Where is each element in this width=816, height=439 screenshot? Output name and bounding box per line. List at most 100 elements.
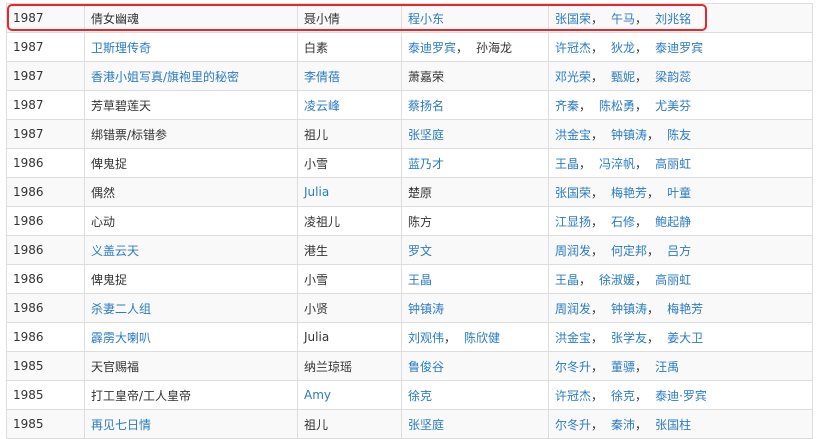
cast-link[interactable]: 陈松勇 xyxy=(599,99,635,113)
cast-link[interactable]: 周润发 xyxy=(555,302,591,316)
cast-link[interactable]: 尔冬升 xyxy=(555,418,591,432)
list-separator: ， xyxy=(591,388,604,403)
list-separator: ， xyxy=(591,40,604,55)
role-text: 纳兰琼瑶 xyxy=(304,359,353,374)
director-link[interactable]: 张坚庭 xyxy=(408,128,444,142)
cast-link[interactable]: 汪禹 xyxy=(655,360,679,374)
list-separator: ， xyxy=(647,301,660,316)
film-title-text: 俾鬼捉 xyxy=(91,156,128,171)
cast-link[interactable]: 石修 xyxy=(611,215,635,229)
director-text: 萧嘉荣 xyxy=(408,69,445,84)
director-link[interactable]: 陈欣健 xyxy=(464,331,500,345)
cast-link[interactable]: 邓光荣 xyxy=(555,70,591,84)
cast-cell: 尔冬升， 秦沛， 张国柱 xyxy=(548,409,813,439)
role-link[interactable]: 凌云峰 xyxy=(304,99,340,113)
role-text: 白素 xyxy=(304,40,329,55)
cast-link[interactable]: 刘兆铭 xyxy=(655,12,691,26)
film-title-link[interactable]: 再见七日情 xyxy=(91,418,151,432)
cast-link[interactable]: 高丽虹 xyxy=(655,157,691,171)
role-text: 聂小倩 xyxy=(304,11,341,26)
cast-link[interactable]: 梁韵蕊 xyxy=(655,70,691,84)
cast-link[interactable]: 梅艳芳 xyxy=(611,186,647,200)
cast-link[interactable]: 王晶 xyxy=(555,273,579,287)
cast-link[interactable]: 吕方 xyxy=(667,244,691,258)
cast-link[interactable]: 何定邦 xyxy=(611,244,647,258)
title-cell: 俾鬼捉 xyxy=(84,264,298,294)
film-title-link[interactable]: 霹雳大喇叭 xyxy=(91,331,151,345)
cast-link[interactable]: 张学友 xyxy=(611,331,647,345)
film-title-link[interactable]: 卫斯理传奇 xyxy=(91,41,151,55)
film-title-link[interactable]: 香港小姐写真/旗袍里的秘密 xyxy=(91,70,239,84)
role-cell: 港生 xyxy=(297,235,402,265)
role-cell: 李倩蓓 xyxy=(297,61,402,91)
cast-link[interactable]: 泰迪·罗宾 xyxy=(655,389,707,403)
role-link[interactable]: Julia xyxy=(304,185,329,199)
cast-link[interactable]: 许冠杰 xyxy=(555,389,591,403)
cast-link[interactable]: 董骠 xyxy=(611,360,635,374)
cast-link[interactable]: 许冠杰 xyxy=(555,41,591,55)
cast-link[interactable]: 高丽虹 xyxy=(655,273,691,287)
list-separator: ， xyxy=(635,417,648,432)
year-text: 1986 xyxy=(13,243,44,257)
film-title-link[interactable]: 杀妻二人组 xyxy=(91,302,151,316)
cast-link[interactable]: 钟镇涛 xyxy=(611,128,647,142)
list-separator: ， xyxy=(635,272,648,287)
cast-link[interactable]: 午马 xyxy=(611,12,635,26)
cast-link[interactable]: 姜大卫 xyxy=(667,331,703,345)
cast-link[interactable]: 泰迪罗宾 xyxy=(655,41,703,55)
role-text: 祖儿 xyxy=(304,417,329,432)
role-text: 凌祖儿 xyxy=(304,214,341,229)
cast-cell: 王晶， 徐淑媛， 高丽虹 xyxy=(548,264,813,294)
cast-link[interactable]: 叶童 xyxy=(667,186,691,200)
cast-link[interactable]: 徐克 xyxy=(611,389,635,403)
table-row: 1987 芳草碧莲天 凌云峰 蔡扬名 齐秦， 陈松勇， 尤美芬 xyxy=(6,90,813,120)
role-link[interactable]: Amy xyxy=(304,388,331,402)
director-cell: 鲁俊谷 xyxy=(401,351,549,381)
director-link[interactable]: 刘观伟 xyxy=(408,331,444,345)
cast-link[interactable]: 钟镇涛 xyxy=(611,302,647,316)
cast-link[interactable]: 张国荣 xyxy=(555,12,591,26)
cast-link[interactable]: 江显扬 xyxy=(555,215,591,229)
cast-link[interactable]: 甄妮 xyxy=(611,70,635,84)
cast-link[interactable]: 张国荣 xyxy=(555,186,591,200)
director-link[interactable]: 徐克 xyxy=(408,389,432,403)
cast-link[interactable]: 冯淬帆 xyxy=(599,157,635,171)
director-link[interactable]: 张坚庭 xyxy=(408,418,444,432)
cast-link[interactable]: 周润发 xyxy=(555,244,591,258)
cast-link[interactable]: 王晶 xyxy=(555,157,579,171)
cast-link[interactable]: 洪金宝 xyxy=(555,128,591,142)
director-cell: 楚原 xyxy=(401,177,549,207)
film-title-link[interactable]: 义盖云天 xyxy=(91,244,139,258)
director-link[interactable]: 王晶 xyxy=(408,273,432,287)
director-link[interactable]: 罗文 xyxy=(408,244,432,258)
title-cell: 天官赐福 xyxy=(84,351,298,381)
cast-link[interactable]: 鲍起静 xyxy=(655,215,691,229)
cast-link[interactable]: 张国柱 xyxy=(655,418,691,432)
table-row: 1987 卫斯理传奇 白素 泰迪罗宾， 孙海龙 许冠杰， 狄龙， 泰迪罗宾 xyxy=(6,32,813,62)
cast-link[interactable]: 狄龙 xyxy=(611,41,635,55)
year-text: 1985 xyxy=(13,388,44,402)
film-title-text: 倩女幽魂 xyxy=(91,11,140,26)
director-link[interactable]: 蓝乃才 xyxy=(408,157,444,171)
year-cell: 1987 xyxy=(6,90,85,120)
director-link[interactable]: 蔡扬名 xyxy=(408,99,444,113)
film-title-text: 心动 xyxy=(91,214,116,229)
cast-link[interactable]: 尔冬升 xyxy=(555,360,591,374)
director-link[interactable]: 泰迪罗宾 xyxy=(408,41,456,55)
director-link[interactable]: 钟镇涛 xyxy=(408,302,444,316)
director-cell: 蓝乃才 xyxy=(401,148,549,178)
film-title-text: 芳草碧莲天 xyxy=(91,98,152,113)
cast-link[interactable]: 秦沛 xyxy=(611,418,635,432)
cast-link[interactable]: 梅艳芳 xyxy=(667,302,703,316)
cast-link[interactable]: 洪金宝 xyxy=(555,331,591,345)
director-link[interactable]: 鲁俊谷 xyxy=(408,360,444,374)
cast-link[interactable]: 齐秦 xyxy=(555,99,579,113)
director-link[interactable]: 程小东 xyxy=(408,12,444,26)
year-cell: 1987 xyxy=(6,61,85,91)
role-link[interactable]: 李倩蓓 xyxy=(304,70,340,84)
cast-link[interactable]: 尤美芬 xyxy=(655,99,691,113)
role-cell: Julia xyxy=(297,322,402,352)
cast-link[interactable]: 徐淑媛 xyxy=(599,273,635,287)
director-text: 孙海龙 xyxy=(476,40,513,55)
cast-link[interactable]: 陈友 xyxy=(667,128,691,142)
